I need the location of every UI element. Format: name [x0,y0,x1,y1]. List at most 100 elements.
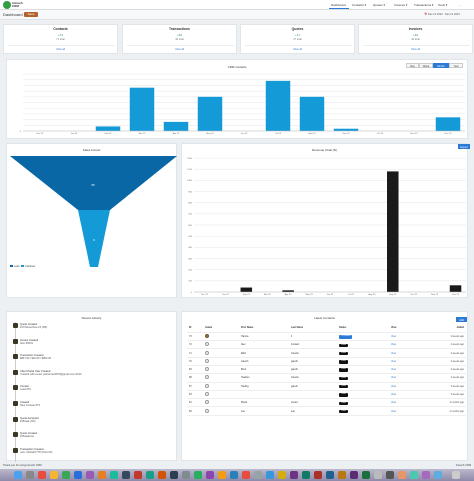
table-row[interactable]: 60 Joe test Lead View 4 months ago [187,406,466,416]
view-link[interactable]: View [391,393,396,396]
nav-transactions[interactable]: Transactions ▾ [414,3,433,7]
dock-trash-icon[interactable] [452,471,460,479]
dock-app-icon[interactable] [350,471,358,479]
table-row[interactable]: 68 Heather Ginetto Lead View 2 weeks ago [187,373,466,383]
cell-added: 2 weeks ago [429,348,466,358]
view-link[interactable]: View [391,352,396,355]
chart-bar [449,285,462,292]
dock-app-icon[interactable] [266,471,274,479]
card-sub: 42 total [175,38,184,41]
dock-app-icon[interactable] [26,471,34,479]
chart-bar [333,128,359,131]
cell-status: Lead [337,340,389,350]
x-tick-label: Aug 23 [368,293,376,296]
date-range-picker[interactable]: 📅 Dec 21 2022 - Dec 21 2023 [424,12,470,17]
activity-item[interactable]: Transaction Created ··· $847.00 / $91.00 … [13,354,51,360]
status-badge: Lead [339,401,348,406]
view-link[interactable]: View [391,410,396,413]
card-view-all-link[interactable]: View all [4,48,117,51]
avatar-icon [205,392,209,397]
dock-app-icon[interactable] [146,471,154,479]
nav-invoices[interactable]: Invoices ▾ [394,3,407,7]
table-row[interactable]: 70 Gareth gareth Lead View 2 weeks ago [187,357,466,367]
dock-app-icon[interactable] [326,471,334,479]
card-view-all-link[interactable]: View all [359,48,472,51]
activity-item[interactable]: Created ··· New Contact #73 [13,401,40,407]
activity-sub: Item #0001 [20,341,33,345]
dock-app-icon[interactable] [398,471,406,479]
table-row[interactable]: 61 Plaza Lhotel Lead View 4 months ago [187,398,466,408]
nav-more[interactable]: … [458,3,461,7]
cell-view: View [389,382,429,391]
view-link[interactable]: View [391,385,396,388]
nav-contacts[interactable]: Contacts ▾ [352,3,366,7]
dock-app-icon[interactable] [158,471,166,479]
dock-app-icon[interactable] [410,471,418,479]
table-row[interactable]: 73 Hannie li Customer View 2 weeks ago [187,332,466,342]
table-row[interactable]: 67 Tasting gareth Lead View 3 weeks ago [187,382,466,391]
nav-dashboard[interactable]: Dashboard [331,3,346,7]
dock-app-icon[interactable] [182,471,190,479]
dock-app-icon[interactable] [278,471,286,479]
activity-item[interactable]: Quote Created ··· #17/StreetView 24 (f25) [13,323,47,329]
dock-app-icon[interactable] [62,471,70,479]
dock-app-icon[interactable] [110,471,118,479]
cell-first-name: Plaza [239,398,289,408]
dock-app-icon[interactable] [434,471,442,479]
view-link[interactable]: View [391,335,396,338]
logo-icon[interactable] [3,1,11,9]
view-link[interactable]: View [391,401,396,404]
nav-quotes[interactable]: Quotes ▾ [373,3,385,7]
view-link[interactable]: View [391,376,396,379]
col-view: View [389,324,429,333]
activity-item[interactable]: Transaction Created ··· new: 220/ad/7778 … [13,447,52,454]
dock-app-icon[interactable] [218,471,226,479]
dock-app-icon[interactable] [98,471,106,479]
dock-app-icon[interactable] [38,471,46,479]
dock-app-icon[interactable] [206,471,214,479]
dock-app-icon[interactable] [314,471,322,479]
card-view-all-link[interactable]: View all [241,48,354,51]
cell-view: View [389,332,429,342]
add-contact-button[interactable]: Add [456,317,467,322]
table-row[interactable]: 63 Lead View 3 weeks ago [187,390,466,400]
dock-app-icon[interactable] [74,471,82,479]
dock-app-icon[interactable] [122,471,130,479]
chart-bar [299,96,325,131]
activity-item[interactable]: Contact ··· Lead #79 [13,385,32,391]
dock-app-icon[interactable] [134,471,142,479]
dock-app-icon[interactable] [374,471,382,479]
activity-item[interactable]: Client Portal User Created ··· Created wi… [13,369,81,376]
activity-item[interactable]: Quote Created ··· #15/aaa/ma [13,432,40,438]
card-sub: 42 total [411,38,420,41]
x-tick-label: Jan 23 [222,294,229,296]
cell-id: 60 [187,406,203,416]
dock-app-icon[interactable] [14,471,22,479]
footer-left-text: Thank you for using Intouch CRM [3,464,42,467]
dock-app-icon[interactable] [422,471,430,479]
view-link[interactable]: View [391,343,396,346]
view-link[interactable]: View [391,360,396,363]
table-row[interactable]: 71 ERA Ginetto Lead View 2 weeks ago [187,348,466,358]
dock-app-icon[interactable] [194,471,202,479]
table-row[interactable]: 69 Brett gareth Lead View 2 weeks ago [187,365,466,375]
dock-app-icon[interactable] [338,471,346,479]
dock-app-icon[interactable] [230,471,238,479]
dock-app-icon[interactable] [290,471,298,479]
nav-tools[interactable]: Tools ▾ [438,3,447,7]
dock-app-icon[interactable] [362,471,370,479]
dock-app-icon[interactable] [302,471,310,479]
table-row[interactable]: 72 Alec Contact Lead View 2 weeks ago [187,340,466,350]
dock-app-icon[interactable] [242,471,250,479]
card-view-all-link[interactable]: View all [123,48,236,51]
view-link[interactable]: View [391,368,396,371]
col-status: Status [337,324,389,333]
dock-app-icon[interactable] [386,471,394,479]
activity-item[interactable]: Quote Accepted ··· #15/aaa (f10) [13,416,42,423]
dock-app-icon[interactable] [86,471,94,479]
dock-app-icon[interactable] [170,471,178,479]
dock-app-icon[interactable] [50,471,58,479]
dock-app-icon[interactable] [254,471,262,479]
save-button[interactable]: Save [24,12,38,17]
activity-item[interactable]: Invoice Created ··· Item #0001 [13,338,42,345]
